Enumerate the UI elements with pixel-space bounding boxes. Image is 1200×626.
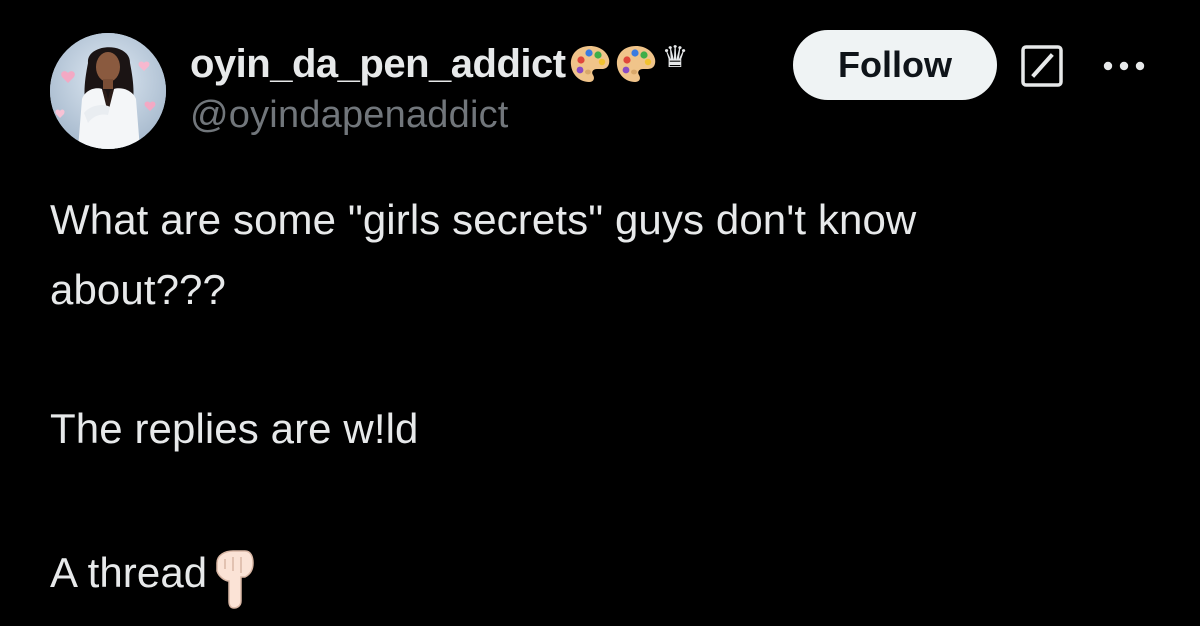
follow-button[interactable]: Follow: [793, 30, 997, 100]
tweet-card: oyin_da_pen_addict ♛ @oyindapenaddict Fo…: [0, 0, 1200, 626]
artist-palette-icon: [614, 42, 658, 86]
tweet-text-line: The replies are w!ld: [50, 405, 419, 452]
backhand-index-pointing-down-icon: [211, 549, 257, 609]
avatar[interactable]: [50, 33, 166, 149]
display-name[interactable]: oyin_da_pen_addict: [190, 42, 566, 87]
tweet-text-line: A thread: [50, 549, 208, 596]
avatar-image: [50, 33, 166, 149]
more-horizontal-icon[interactable]: [1096, 46, 1152, 86]
author-handle[interactable]: @oyindapenaddict: [190, 94, 509, 137]
artist-palette-icon: [568, 42, 612, 86]
crown-icon: ♛: [661, 40, 689, 75]
grok-icon[interactable]: [1018, 42, 1066, 90]
author-name-row[interactable]: oyin_da_pen_addict ♛: [190, 38, 688, 90]
tweet-text-line-with-emoji: A thread: [50, 543, 257, 609]
tweet-text-line: What are some "girls secrets" guys don't…: [50, 196, 917, 243]
tweet-text-line: about???: [50, 266, 226, 313]
